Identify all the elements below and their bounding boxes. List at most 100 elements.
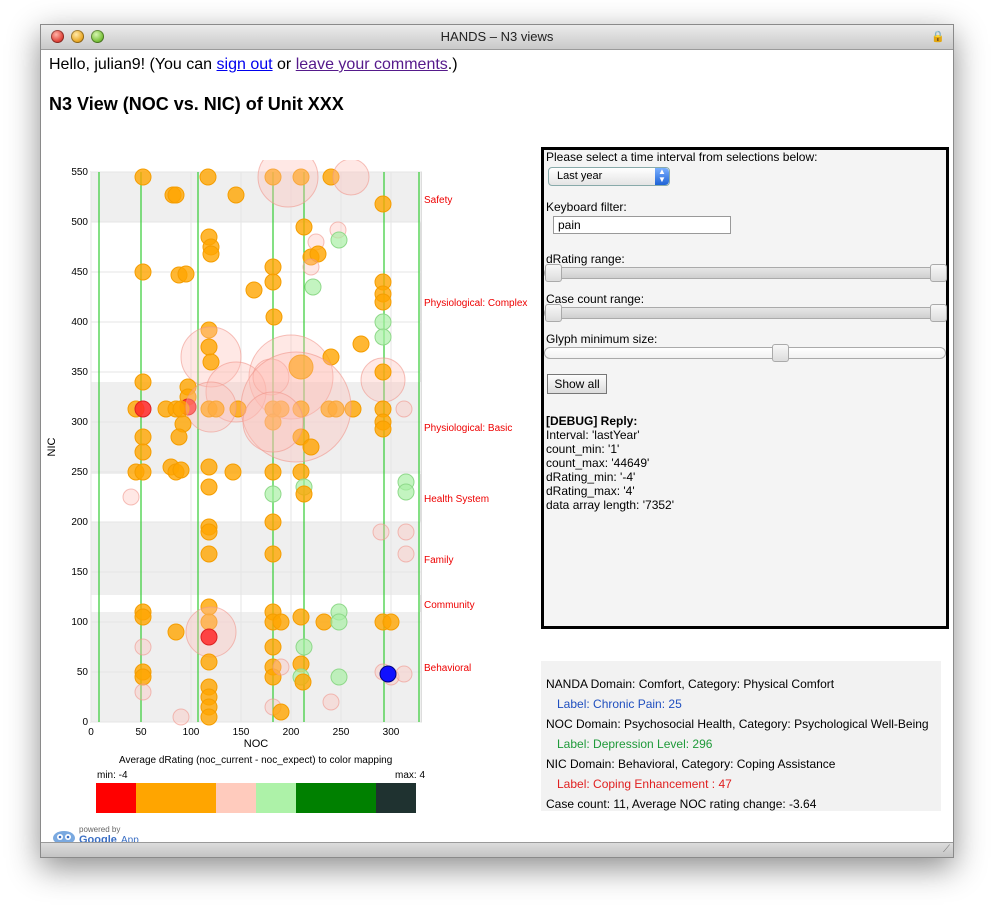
data-point-glyph — [200, 653, 218, 671]
data-point-glyph — [134, 683, 152, 701]
drating-max-handle[interactable] — [930, 264, 947, 282]
legend-min-label: min: -4 — [97, 770, 128, 781]
case-count-range-slider[interactable] — [544, 304, 947, 322]
debug-line: dRating_max: '4' — [546, 484, 635, 498]
data-point-glyph — [200, 545, 218, 563]
data-point-glyph — [374, 313, 392, 331]
drating-range-slider[interactable] — [544, 264, 947, 282]
data-point-glyph — [264, 638, 282, 656]
noc-nic-scatter-chart[interactable]: 0 50 100 150 200 250 300 0 50 100 150 200 250 300 350 4… — [41, 160, 541, 760]
greeting-middle: or — [277, 56, 292, 73]
data-point-glyph — [264, 513, 282, 531]
nic-label-text: Label: Coping Enhancement : 47 — [557, 777, 732, 791]
data-point-glyph — [167, 186, 185, 204]
data-point-glyph — [134, 668, 152, 686]
y-tick-label: 100 — [71, 617, 88, 628]
data-point-glyph — [322, 693, 340, 711]
debug-line: count_max: '44649' — [546, 456, 650, 470]
category-label: Behavioral — [424, 663, 471, 674]
data-point-glyph — [264, 258, 282, 276]
data-point-glyph — [134, 638, 152, 656]
data-point-glyph — [170, 428, 188, 446]
data-point-glyph — [295, 218, 313, 236]
data-point-glyph — [395, 665, 413, 683]
data-point-glyph — [397, 483, 415, 501]
legend-color-swatch — [256, 783, 296, 813]
data-point-glyph — [372, 523, 390, 541]
data-point-glyph — [167, 623, 185, 641]
status-bar: ⟋ — [41, 842, 953, 857]
data-point-glyph — [379, 665, 397, 683]
lock-icon: 🔒 — [931, 31, 945, 43]
data-point-glyph — [172, 708, 190, 726]
legend-color-swatch — [136, 783, 216, 813]
data-point-glyph — [332, 160, 370, 196]
debug-line: count_min: '1' — [546, 442, 620, 456]
legend-color-swatch — [216, 783, 256, 813]
y-axis-label: NIC — [46, 437, 58, 456]
data-point-glyph — [242, 391, 304, 453]
data-point-glyph — [134, 443, 152, 461]
data-point-glyph — [304, 278, 322, 296]
data-point-glyph — [200, 458, 218, 476]
data-point-glyph — [272, 703, 290, 721]
category-label: Health System — [424, 494, 489, 505]
data-point-glyph — [330, 231, 348, 249]
data-point-glyph — [302, 438, 320, 456]
data-point-glyph — [172, 461, 190, 479]
data-point-glyph — [202, 245, 220, 263]
sign-out-link[interactable]: sign out — [217, 56, 273, 73]
casecount-max-handle[interactable] — [930, 304, 947, 322]
data-point-glyph — [202, 353, 220, 371]
legend-color-swatch — [376, 783, 416, 813]
data-point-glyph — [224, 463, 242, 481]
glyph-size-handle[interactable] — [772, 344, 790, 362]
data-point-glyph — [264, 485, 282, 503]
data-point-glyph — [134, 168, 152, 186]
y-tick-label: 500 — [71, 217, 88, 228]
data-point-glyph — [134, 400, 152, 418]
casecount-min-handle[interactable] — [545, 304, 562, 322]
resize-grip-icon[interactable]: ⟋ — [943, 844, 950, 855]
data-point-glyph — [199, 168, 217, 186]
data-point-glyph — [292, 608, 310, 626]
data-point-glyph — [374, 420, 392, 438]
data-point-glyph — [397, 523, 415, 541]
title-bar: HANDS – N3 views 🔒 — [41, 25, 953, 50]
x-axis-label: NOC — [244, 738, 269, 750]
keyboard-filter-input[interactable] — [553, 216, 731, 234]
data-point-glyph — [245, 281, 263, 299]
greeting-prefix: Hello, julian9! (You can — [49, 56, 213, 73]
data-point-glyph — [295, 485, 313, 503]
data-point-glyph — [200, 338, 218, 356]
window-title: HANDS – N3 views — [440, 29, 554, 44]
data-point-glyph — [292, 463, 310, 481]
data-point-glyph — [395, 400, 413, 418]
category-label: Physiological: Complex — [424, 298, 527, 309]
y-tick-label: 50 — [77, 667, 89, 678]
noc-label-text: Label: Depression Level: 296 — [557, 737, 713, 751]
category-label: Safety — [424, 195, 452, 206]
leave-comments-link[interactable]: leave your comments — [296, 56, 448, 73]
selection-info-box: NANDA Domain: Comfort, Category: Physica… — [541, 661, 941, 811]
data-point-glyph — [374, 363, 392, 381]
greeting-suffix: .) — [447, 56, 458, 73]
page-content: Hello, julian9! (You can sign out or lea… — [41, 50, 953, 857]
nic-domain-text: NIC Domain: Behavioral, Category: Coping… — [546, 757, 836, 771]
glyph-size-slider[interactable] — [544, 344, 946, 362]
legend-max-label: max: 4 — [395, 770, 426, 781]
data-point-glyph — [265, 308, 283, 326]
control-panel: Please select a time interval from selec… — [541, 147, 949, 629]
filter-label: Keyboard filter: — [546, 200, 627, 214]
x-tick-label: 250 — [333, 727, 350, 738]
x-tick-label: 100 — [183, 727, 200, 738]
drating-min-handle[interactable] — [545, 264, 562, 282]
nanda-domain-text: NANDA Domain: Comfort, Category: Physica… — [546, 677, 835, 691]
data-point-glyph — [200, 628, 218, 646]
category-label: Physiological: Basic — [424, 423, 512, 434]
noc-domain-text: NOC Domain: Psychosocial Health, Categor… — [546, 717, 929, 731]
show-all-button[interactable]: Show all — [547, 374, 607, 394]
color-legend-bar — [96, 783, 416, 813]
interval-select[interactable]: Last year ▲ ▼ — [548, 167, 670, 186]
x-tick-label: 50 — [135, 727, 147, 738]
